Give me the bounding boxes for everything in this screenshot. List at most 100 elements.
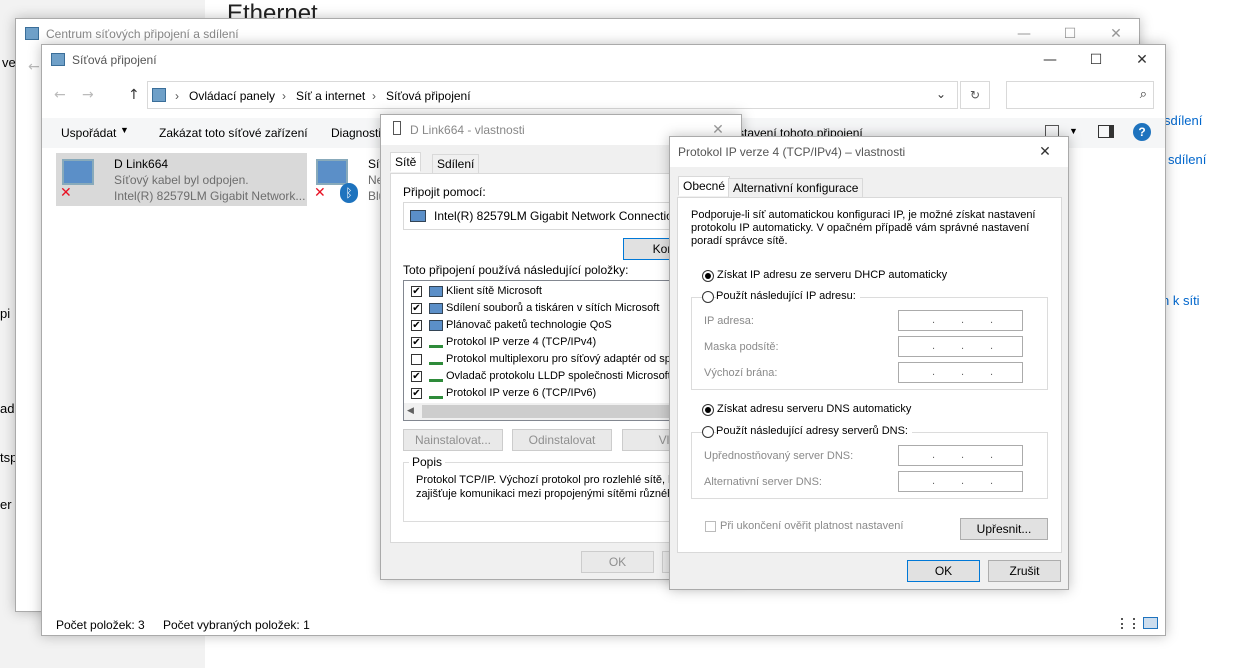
intro-line-1: Podporuje-li síť automatickou konfigurac… — [691, 209, 1036, 221]
item-checkbox[interactable]: ✔ — [411, 303, 422, 314]
ip-address-field[interactable]: ... — [898, 310, 1023, 331]
control-panel-icon — [152, 88, 166, 102]
bluetooth-icon: ᛒ — [340, 183, 358, 203]
item-label: Protokol IP verze 4 (TCP/IPv4) — [446, 336, 597, 348]
minimize-button[interactable]: — — [1027, 45, 1073, 75]
ipv4-titlebar: Protokol IP verze 4 (TCP/IPv4) – vlastno… — [670, 137, 1068, 167]
large-icons-view-icon[interactable] — [1143, 617, 1158, 629]
ip-manual-radio[interactable] — [702, 291, 714, 303]
connection-name: D Link664 — [114, 157, 169, 171]
left-fragment-4: er — [0, 497, 12, 512]
item-checkbox[interactable]: ✔ — [411, 371, 422, 382]
close-button[interactable]: ✕ — [1119, 45, 1165, 75]
right-link-2[interactable]: sdílení — [1168, 152, 1206, 167]
network-client-icon — [429, 286, 443, 297]
ok-button[interactable]: OK — [581, 551, 654, 573]
validate-label: Při ukončení ověřit platnost nastavení — [720, 520, 904, 532]
forward-icon[interactable]: → — [82, 87, 94, 103]
item-count: Počet položek: 3 — [56, 618, 145, 632]
gateway-field[interactable]: ... — [898, 362, 1023, 383]
ip-manual-label: Použít následující IP adresu: — [716, 290, 860, 302]
dns-manual-label: Použít následující adresy serverů DNS: — [716, 425, 912, 437]
breadcrumb-network-connections[interactable]: Síťová připojení — [386, 89, 471, 103]
ip-auto-label: Získat IP adresu ze serveru DHCP automat… — [717, 269, 948, 281]
back-icon[interactable]: ← — [54, 87, 66, 103]
item-checkbox[interactable]: ✔ — [411, 286, 422, 297]
network-folder-icon — [51, 53, 65, 66]
description-label: Popis — [409, 455, 446, 469]
ok-button[interactable]: OK — [907, 560, 980, 582]
uninstall-button[interactable]: Odinstalovat — [512, 429, 612, 451]
scroll-left-icon[interactable]: ◀ — [407, 405, 414, 416]
gateway-label: Výchozí brána: — [704, 367, 778, 379]
center-title: Centrum síťových připojení a sdílení — [46, 27, 239, 41]
breadcrumb-network-internet[interactable]: Síť a internet — [296, 89, 365, 103]
left-fragment-1: pi — [0, 306, 11, 321]
ip-auto-radio[interactable] — [702, 270, 714, 282]
explorer-titlebar: Síťová připojení — ☐ ✕ — [42, 45, 1165, 75]
breadcrumb-control-panels[interactable]: Ovládací panely — [189, 89, 275, 103]
protocol-icon — [429, 354, 443, 365]
disable-device-button[interactable]: Zakázat toto síťové zařízení — [159, 126, 308, 140]
ip-address-label: IP adresa: — [704, 315, 754, 327]
refresh-button[interactable]: ↻ — [960, 81, 990, 109]
ethernet-icon — [62, 159, 94, 185]
tab-sharing[interactable]: Sdílení — [432, 154, 480, 174]
subnet-mask-field[interactable]: ... — [898, 336, 1023, 357]
connection-item[interactable]: ✕ D Link664 Síťový kabel byl odpojen. In… — [56, 153, 307, 206]
scroll-thumb[interactable] — [422, 405, 672, 418]
organize-button[interactable]: Uspořádat — [61, 126, 116, 140]
address-bar[interactable]: › Ovládací panely › Síť a internet › Síť… — [147, 81, 958, 109]
item-checkbox[interactable]: ✔ — [411, 337, 422, 348]
tab-networking[interactable]: Sítě — [390, 152, 422, 172]
cancel-button[interactable]: Zrušit — [988, 560, 1061, 582]
disconnected-icon: ✕ — [314, 185, 326, 201]
validate-checkbox[interactable] — [705, 521, 716, 532]
right-link-3[interactable]: n k síti — [1162, 293, 1200, 308]
item-checkbox[interactable] — [411, 354, 422, 365]
item-label: Protokol IP verze 6 (TCP/IPv6) — [446, 387, 597, 399]
connection-device: Intel(R) 82579LM Gigabit Network... — [114, 189, 306, 203]
chevron-down-icon[interactable]: ▼ — [1069, 126, 1078, 136]
tab-alternate-config[interactable]: Alternativní konfigurace — [728, 178, 864, 198]
dns-manual-radio[interactable] — [702, 426, 714, 438]
back-arrow-icon[interactable]: ← — [28, 59, 40, 75]
preferred-dns-field[interactable]: ... — [898, 445, 1023, 466]
item-label: Sdílení souborů a tiskáren v sítích Micr… — [446, 302, 660, 314]
right-link-1[interactable]: sdílení — [1164, 113, 1202, 128]
item-label: Protokol multiplexoru pro síťový adaptér… — [446, 353, 680, 365]
left-fragment-0: ve — [2, 55, 16, 70]
protocol-icon — [429, 388, 443, 399]
item-label: Klient sítě Microsoft — [446, 285, 542, 297]
connect-using-label: Připojit pomocí: — [403, 185, 486, 199]
diagnose-button[interactable]: Diagnosti — [331, 126, 381, 140]
protocol-icon — [429, 337, 443, 348]
ipv4-dialog: Protokol IP verze 4 (TCP/IPv4) – vlastno… — [669, 136, 1069, 590]
details-view-icon[interactable] — [1121, 618, 1135, 629]
search-input[interactable]: ⌕ — [1006, 81, 1154, 109]
tab-general[interactable]: Obecné — [678, 176, 731, 196]
dns-auto-radio[interactable] — [702, 404, 714, 416]
intro-line-3: poradí správce sítě. — [691, 235, 788, 247]
adapter-icon — [410, 210, 426, 222]
close-button[interactable]: ✕ — [1022, 137, 1068, 167]
preview-pane-icon[interactable] — [1098, 125, 1114, 138]
subnet-mask-label: Maska podsítě: — [704, 341, 779, 353]
advanced-button[interactable]: Upřesnit... — [960, 518, 1048, 540]
properties-title: D Link664 - vlastnosti — [410, 123, 525, 137]
explorer-title: Síťová připojení — [72, 53, 157, 67]
maximize-button[interactable]: ☐ — [1073, 45, 1119, 75]
alternate-dns-field[interactable]: ... — [898, 471, 1023, 492]
search-icon: ⌕ — [1139, 87, 1147, 102]
adapter-name: Intel(R) 82579LM Gigabit Network Connect… — [434, 209, 680, 223]
item-checkbox[interactable]: ✔ — [411, 388, 422, 399]
adapter-icon — [393, 121, 401, 135]
ipv4-title: Protokol IP verze 4 (TCP/IPv4) – vlastno… — [678, 145, 906, 159]
install-button[interactable]: Nainstalovat... — [403, 429, 503, 451]
disconnected-icon: ✕ — [60, 185, 72, 201]
chevron-down-icon[interactable]: ⌄ — [936, 87, 946, 101]
network-client-icon — [429, 320, 443, 331]
item-checkbox[interactable]: ✔ — [411, 320, 422, 331]
help-icon[interactable]: ? — [1133, 123, 1151, 141]
up-icon[interactable]: ↑ — [128, 87, 140, 103]
